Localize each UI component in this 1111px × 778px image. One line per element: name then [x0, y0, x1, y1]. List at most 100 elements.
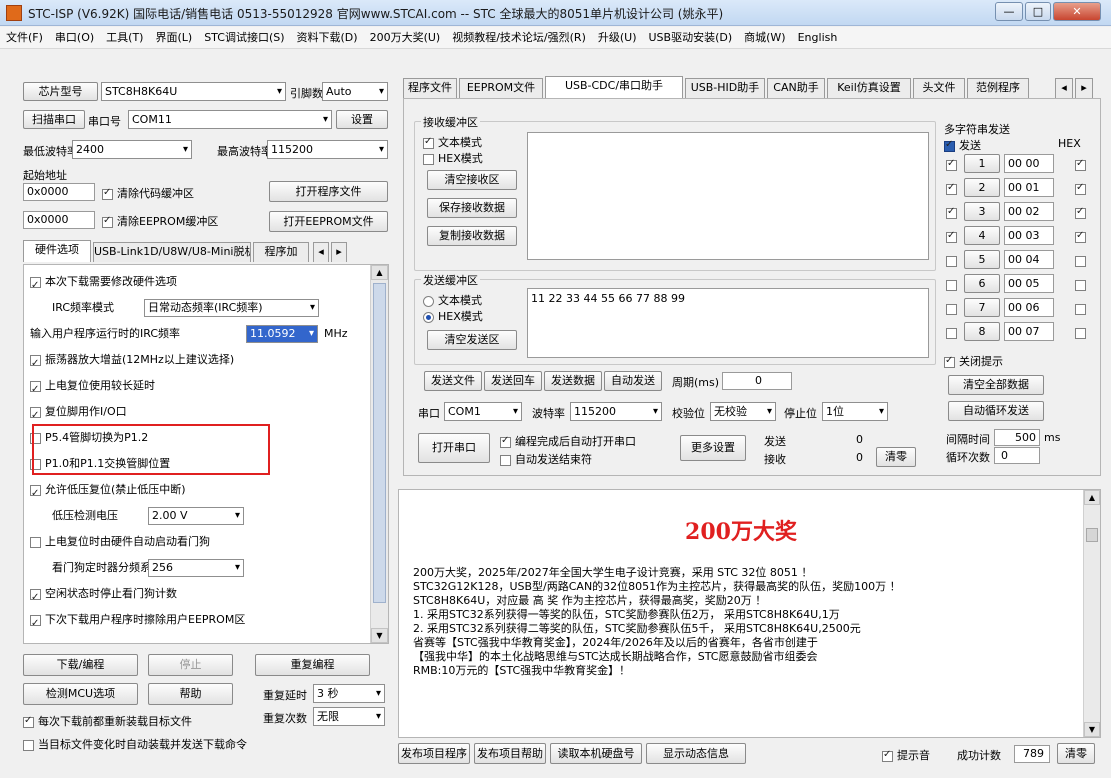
menu-downloads[interactable]: 资料下载(D)	[291, 27, 364, 49]
code-address-input[interactable]: 0x0000	[23, 183, 95, 201]
tab-can[interactable]: CAN助手	[767, 78, 825, 98]
repeat-count-select[interactable]: 无限	[313, 707, 385, 726]
max-baud-select[interactable]: 115200	[267, 140, 388, 159]
menu-video[interactable]: 视频教程/技术论坛/强烈(R)	[446, 27, 592, 49]
serial-port-select[interactable]: COM1	[444, 402, 522, 421]
row-send-checkbox[interactable]	[946, 303, 957, 315]
clear-count-button[interactable]: 清零	[876, 447, 916, 467]
option-row[interactable]: 低压检测电压 2.00 V	[24, 505, 344, 527]
port-settings-button[interactable]: 设置	[336, 110, 388, 129]
row-hex-checkbox[interactable]	[1075, 230, 1086, 243]
row-data-input[interactable]: 00 02	[1004, 202, 1054, 221]
menu-usb-driver[interactable]: USB驱动安装(D)	[643, 27, 739, 49]
tab-offline[interactable]: USB-Link1D/U8W/U8-Mini脱机	[93, 242, 251, 262]
option-select[interactable]: 256	[148, 559, 244, 577]
tab-eeprom-file[interactable]: EEPROM文件	[459, 78, 543, 98]
tab-examples[interactable]: 范例程序	[967, 78, 1029, 98]
row-send-button[interactable]: 5	[964, 250, 1000, 269]
option-row[interactable]: 允许低压复位(禁止低压中断)	[24, 479, 344, 505]
menu-debug[interactable]: STC调试接口(S)	[198, 27, 290, 49]
scroll-up-icon[interactable]: ▲	[371, 265, 388, 280]
tab-serial-assistant[interactable]: USB-CDC/串口助手	[545, 76, 683, 98]
baud-select[interactable]: 115200	[570, 402, 662, 421]
row-data-input[interactable]: 00 05	[1004, 274, 1054, 293]
row-send-button[interactable]: 7	[964, 298, 1000, 317]
clear-code-checkbox[interactable]: 清除代码缓冲区	[102, 185, 194, 201]
option-select[interactable]: 2.00 V	[148, 507, 244, 525]
repeat-delay-select[interactable]: 3 秒	[313, 684, 385, 703]
menu-serial[interactable]: 串口(O)	[49, 27, 100, 49]
option-row[interactable]: 看门狗定时器分频系数 256	[24, 557, 344, 579]
option-row[interactable]: 上电复位使用较长延时	[24, 375, 344, 401]
reload-checkbox[interactable]: 每次下载前都重新装载目标文件	[23, 713, 192, 729]
eeprom-address-input[interactable]: 0x0000	[23, 211, 95, 229]
port-select[interactable]: COM11	[128, 110, 332, 129]
scroll-thumb[interactable]	[373, 283, 386, 603]
tab-header[interactable]: 头文件	[913, 78, 965, 98]
row-hex-checkbox[interactable]	[1075, 327, 1086, 339]
read-disk-id-button[interactable]: 读取本机硬盘号	[550, 743, 642, 764]
more-settings-button[interactable]: 更多设置	[680, 435, 746, 461]
row-send-button[interactable]: 4	[964, 226, 1000, 245]
row-send-button[interactable]: 8	[964, 322, 1000, 341]
receive-textarea[interactable]	[527, 132, 929, 260]
open-port-button[interactable]: 打开串口	[418, 433, 490, 463]
close-button[interactable]: ✕	[1053, 2, 1101, 21]
options-scrollbar[interactable]: ▲ ▼	[370, 265, 388, 643]
clear-success-button[interactable]: 清零	[1057, 743, 1095, 764]
chip-model-button[interactable]: 芯片型号	[23, 82, 98, 101]
row-hex-checkbox[interactable]	[1075, 279, 1086, 291]
period-input[interactable]: 0	[722, 372, 792, 390]
pins-select[interactable]: Auto	[322, 82, 388, 101]
recv-text-mode-checkbox[interactable]: 文本模式	[423, 134, 482, 150]
option-row[interactable]: 本次下载需要修改硬件选项	[24, 271, 344, 297]
chip-model-select[interactable]: STC8H8K64U	[101, 82, 286, 101]
row-send-checkbox[interactable]	[946, 158, 957, 171]
row-data-input[interactable]: 00 06	[1004, 298, 1054, 317]
row-hex-checkbox[interactable]	[1075, 158, 1086, 171]
auto-open-checkbox[interactable]: 编程完成后自动打开串口	[500, 433, 636, 449]
menu-ui[interactable]: 界面(L)	[149, 27, 198, 49]
send-text-mode-radio[interactable]: 文本模式	[423, 292, 482, 308]
tab-scroll-right[interactable]: ▸	[1075, 78, 1093, 98]
irc-frequency-select[interactable]: 11.0592	[246, 325, 318, 343]
scroll-up-icon[interactable]: ▲	[1084, 490, 1100, 505]
auto-send-checkbox[interactable]: 当目标文件变化时自动装载并发送下载命令	[23, 736, 247, 752]
auto-end-checkbox[interactable]: 自动发送结束符	[500, 451, 592, 467]
option-select[interactable]: 日常动态频率(IRC频率)	[144, 299, 319, 317]
maximize-button[interactable]: □	[1025, 2, 1051, 21]
row-send-checkbox[interactable]	[946, 230, 957, 243]
ad-scrollbar[interactable]: ▲ ▼	[1083, 490, 1100, 737]
row-hex-checkbox[interactable]	[1075, 303, 1086, 315]
interval-input[interactable]: 500	[994, 429, 1040, 446]
row-data-input[interactable]: 00 07	[1004, 322, 1054, 341]
scroll-thumb[interactable]	[1086, 528, 1098, 542]
help-button[interactable]: 帮助	[148, 683, 233, 705]
row-send-checkbox[interactable]	[946, 182, 957, 195]
menu-file[interactable]: 文件(F)	[0, 27, 49, 49]
recv-hex-mode-checkbox[interactable]: HEX模式	[423, 150, 483, 166]
send-return-button[interactable]: 发送回车	[484, 371, 542, 391]
stop-bits-select[interactable]: 1位	[822, 402, 888, 421]
save-receive-button[interactable]: 保存接收数据	[427, 198, 517, 218]
download-program-button[interactable]: 下载/编程	[23, 654, 138, 676]
tab-scroll-right[interactable]: ▸	[331, 242, 347, 262]
tab-usb-hid[interactable]: USB-HID助手	[685, 78, 765, 98]
option-row[interactable]: 输入用户程序运行时的IRC频率 11.0592 MHz	[24, 323, 348, 345]
send-data-button[interactable]: 发送数据	[544, 371, 602, 391]
tab-scroll-left[interactable]: ◂	[313, 242, 329, 262]
open-eeprom-button[interactable]: 打开EEPROM文件	[269, 211, 388, 232]
scroll-down-icon[interactable]: ▼	[1084, 722, 1100, 737]
beep-checkbox[interactable]: 提示音	[882, 747, 930, 763]
show-dynamic-info-button[interactable]: 显示动态信息	[646, 743, 746, 764]
row-send-button[interactable]: 1	[964, 154, 1000, 173]
send-hex-mode-radio[interactable]: HEX模式	[423, 308, 483, 324]
send-textarea[interactable]: 11 22 33 44 55 66 77 88 99	[527, 288, 929, 358]
menu-tools[interactable]: 工具(T)	[100, 27, 149, 49]
publish-help-button[interactable]: 发布项目帮助	[474, 743, 546, 764]
menu-store[interactable]: 商城(W)	[738, 27, 791, 49]
row-data-input[interactable]: 00 01	[1004, 178, 1054, 197]
option-row[interactable]: IRC频率模式 日常动态频率(IRC频率)	[24, 297, 344, 319]
row-data-input[interactable]: 00 00	[1004, 154, 1054, 173]
auto-send-button[interactable]: 自动发送	[604, 371, 662, 391]
